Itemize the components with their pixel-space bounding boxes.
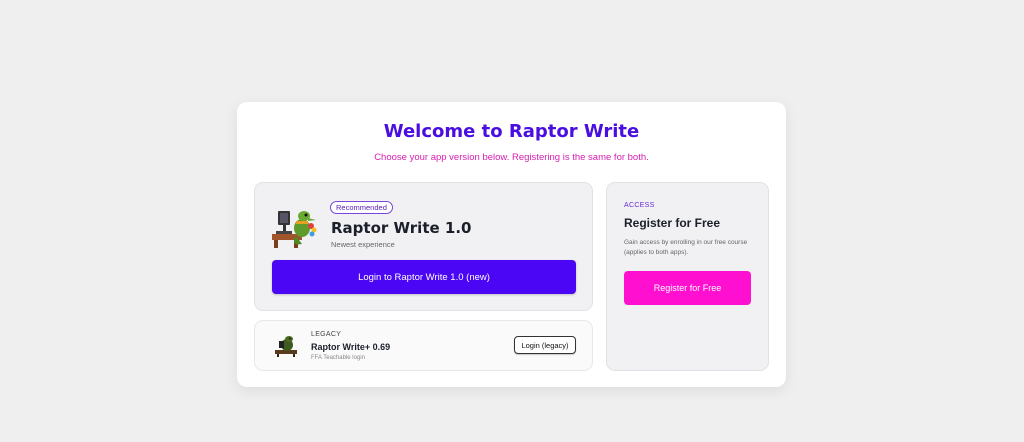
access-tag: ACCESS: [624, 202, 655, 209]
login-legacy-button[interactable]: Login (legacy): [514, 336, 576, 354]
legacy-app-subtitle: FFA Teachable login: [311, 355, 365, 361]
welcome-card: Welcome to Raptor Write Choose your app …: [237, 102, 786, 387]
page-subtitle: Choose your app version below. Registeri…: [374, 152, 649, 163]
legacy-app-panel: LEGACY Raptor Write+ 0.69 FFA Teachable …: [254, 320, 593, 371]
register-description: Gain access by enrolling in our free cou…: [624, 239, 748, 256]
main-app-panel: Recommended Raptor Write 1.0 Newest expe…: [254, 182, 593, 311]
register-title: Register for Free: [624, 216, 721, 230]
raptor-mascot-at-desk-icon: [272, 211, 317, 248]
legacy-app-title: Raptor Write+ 0.69: [311, 342, 391, 352]
main-app-title: Raptor Write 1.0: [331, 219, 472, 237]
recommended-badge: Recommended: [330, 201, 393, 214]
register-button[interactable]: Register for Free: [624, 271, 751, 305]
main-app-subtitle: Newest experience: [331, 240, 395, 249]
login-new-button[interactable]: Login to Raptor Write 1.0 (new): [272, 260, 576, 294]
legacy-tag: LEGACY: [311, 331, 342, 338]
page-title: Welcome to Raptor Write: [383, 121, 640, 142]
raptor-mascot-small-icon: [275, 336, 297, 357]
register-panel: ACCESS Register for Free Gain access by …: [606, 182, 769, 371]
